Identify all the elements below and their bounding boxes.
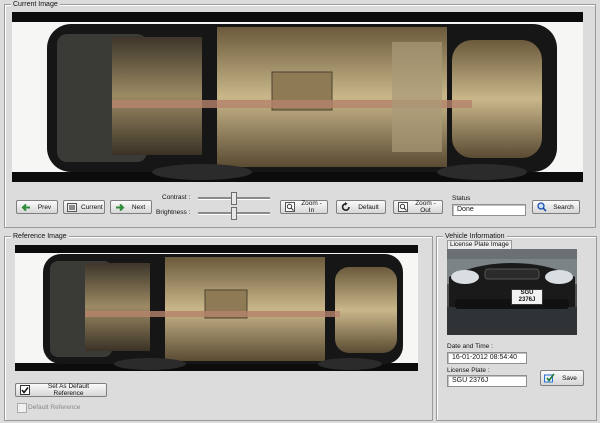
brightness-slider-thumb[interactable] [231, 207, 237, 220]
datetime-label: Date and Time : [447, 343, 493, 350]
search-icon [536, 202, 547, 212]
checkbox-checked-icon [19, 385, 30, 395]
search-button[interactable]: Search [532, 200, 580, 214]
current-image-title: Current Image [11, 0, 60, 9]
set-default-reference-button[interactable]: Set As Default Reference [15, 383, 107, 397]
reference-image-title: Reference Image [11, 232, 69, 241]
zoom-out-button[interactable]: Zoom - Out [393, 200, 443, 214]
reference-underbody-image [15, 245, 418, 371]
refresh-icon [340, 202, 351, 212]
license-plate-field[interactable]: SGU 2376J [447, 375, 527, 387]
license-plate-label: License Plate : [447, 367, 490, 374]
zoom-in-button[interactable]: Zoom - In [280, 200, 328, 214]
prev-button[interactable]: Prev [16, 200, 58, 214]
contrast-slider-thumb[interactable] [231, 192, 237, 205]
default-reference-label: Default Reference [28, 404, 81, 411]
zoom-out-icon [397, 202, 408, 212]
brightness-label: Brightness : [156, 209, 191, 216]
save-icon [544, 373, 555, 383]
contrast-label: Contrast : [162, 194, 191, 201]
next-button[interactable]: Next [110, 200, 152, 214]
contrast-slider[interactable] [198, 192, 270, 205]
plate-on-car: SGU 2376J [511, 289, 543, 305]
image-icon [67, 202, 77, 212]
default-reference-checkbox[interactable] [17, 403, 27, 413]
license-plate-image: SGU 2376J [447, 249, 577, 335]
current-button[interactable]: Current [63, 200, 105, 214]
datetime-field: 16-01-2012 08:54:40 [447, 352, 527, 364]
brightness-slider[interactable] [198, 207, 270, 220]
arrow-left-icon [20, 202, 31, 212]
zoom-in-icon [284, 202, 295, 212]
status-label: Status [452, 195, 471, 202]
save-button[interactable]: Save [540, 370, 584, 386]
status-field: Done [452, 204, 526, 216]
current-underbody-image [12, 12, 583, 182]
default-button[interactable]: Default [336, 200, 386, 214]
arrow-right-icon [114, 202, 125, 212]
